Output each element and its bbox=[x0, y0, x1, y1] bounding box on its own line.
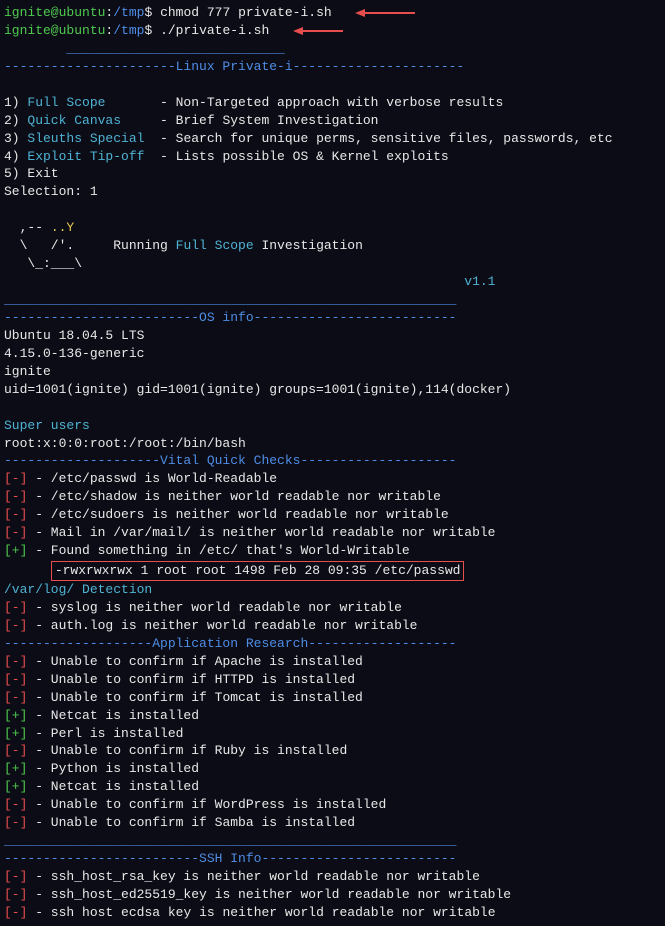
run-mode: Full Scope bbox=[176, 238, 254, 253]
os-kernel: 4.15.0-136-generic bbox=[4, 346, 144, 361]
status-neg-icon: [-] bbox=[4, 905, 27, 920]
status-neg-icon: [-] bbox=[4, 887, 27, 902]
menu-sleuths-special[interactable]: Sleuths Special bbox=[27, 131, 144, 146]
selection-prompt: Selection: 1 bbox=[4, 184, 98, 199]
menu-exploit-tipoff[interactable]: Exploit Tip-off bbox=[27, 149, 144, 164]
terminal-output: ignite@ubuntu:/tmp$ chmod 777 private-i.… bbox=[4, 4, 661, 922]
menu-exit[interactable]: 5) Exit bbox=[4, 166, 59, 181]
arrow-left-icon bbox=[293, 26, 343, 36]
user-host: ignite@ubuntu bbox=[4, 23, 105, 38]
status-neg-icon: [-] bbox=[4, 618, 27, 633]
status-pos-icon: [+] bbox=[4, 708, 27, 723]
highlighted-finding: -rwxrwxrwx 1 root root 1498 Feb 28 09:35… bbox=[51, 561, 465, 581]
header-title: ----------------------Linux Private-i---… bbox=[4, 59, 464, 74]
user-host: ignite@ubuntu bbox=[4, 5, 105, 20]
status-pos-icon: [+] bbox=[4, 761, 27, 776]
os-distro: Ubuntu 18.04.5 LTS bbox=[4, 328, 144, 343]
status-neg-icon: [-] bbox=[4, 525, 27, 540]
command-2: ./private-i.sh bbox=[160, 23, 269, 38]
super-users-label: Super users bbox=[4, 418, 90, 433]
status-neg-icon: [-] bbox=[4, 672, 27, 687]
menu-quick-canvas[interactable]: Quick Canvas bbox=[27, 113, 121, 128]
os-user: ignite bbox=[4, 364, 51, 379]
status-neg-icon: [-] bbox=[4, 815, 27, 830]
section-ssh-info: -------------------------SSH Info-------… bbox=[4, 851, 456, 866]
os-id: uid=1001(ignite) gid=1001(ignite) groups… bbox=[4, 382, 511, 397]
super-users-line: root:x:0:0:root:/root:/bin/bash bbox=[4, 436, 246, 451]
status-neg-icon: [-] bbox=[4, 797, 27, 812]
status-neg-icon: [-] bbox=[4, 600, 27, 615]
status-pos-icon: [+] bbox=[4, 726, 27, 741]
status-neg-icon: [-] bbox=[4, 471, 27, 486]
arrow-left-icon bbox=[355, 8, 415, 18]
version-label: v1.1 bbox=[4, 274, 495, 289]
status-pos-icon: [+] bbox=[4, 543, 27, 558]
status-neg-icon: [-] bbox=[4, 743, 27, 758]
status-neg-icon: [-] bbox=[4, 869, 27, 884]
hdr-top: ____________________________ bbox=[4, 41, 285, 56]
status-neg-icon: [-] bbox=[4, 654, 27, 669]
cwd: /tmp bbox=[113, 5, 144, 20]
command-1: chmod 777 private-i.sh bbox=[160, 5, 332, 20]
cwd: /tmp bbox=[113, 23, 144, 38]
status-neg-icon: [-] bbox=[4, 690, 27, 705]
status-neg-icon: [-] bbox=[4, 489, 27, 504]
section-vital-checks: --------------------Vital Quick Checks--… bbox=[4, 453, 456, 468]
section-app-research: -------------------Application Research-… bbox=[4, 636, 456, 651]
varlog-label: /var/log/ Detection bbox=[4, 582, 152, 597]
section-os-info: -------------------------OS info--------… bbox=[4, 310, 456, 325]
status-pos-icon: [+] bbox=[4, 779, 27, 794]
status-neg-icon: [-] bbox=[4, 507, 27, 522]
menu-full-scope[interactable]: Full Scope bbox=[27, 95, 105, 110]
